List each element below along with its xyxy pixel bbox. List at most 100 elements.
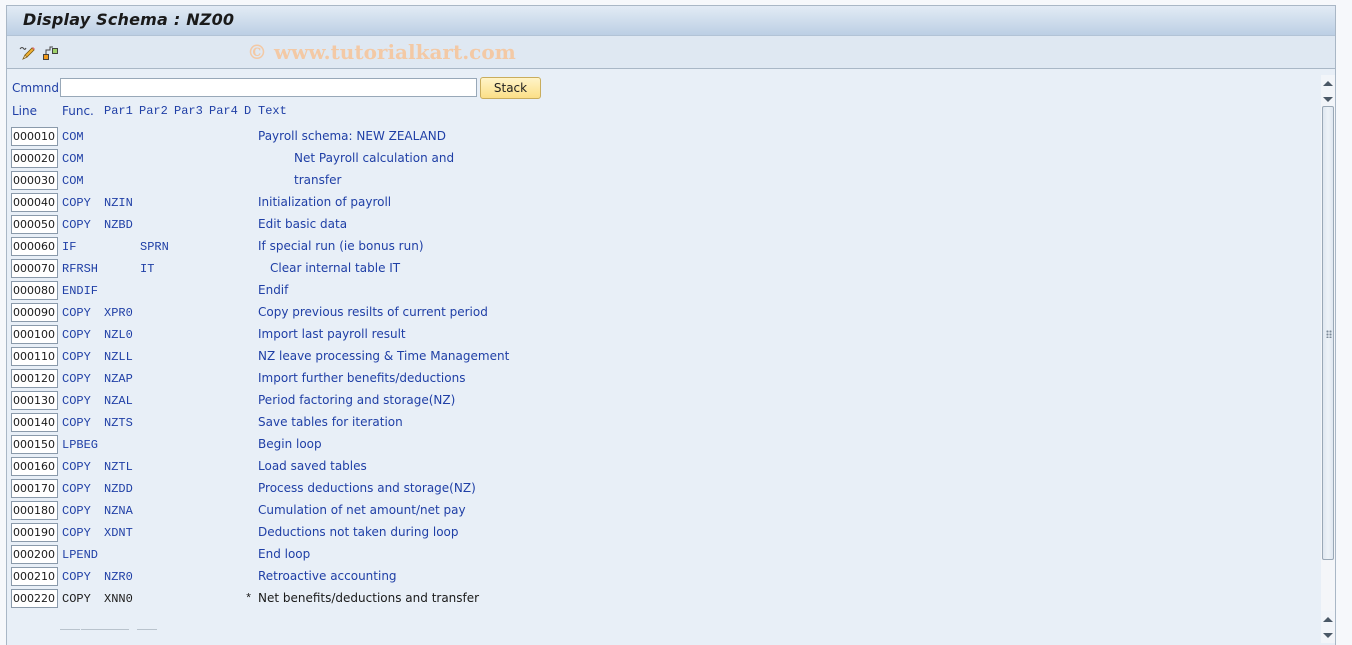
par1-cell: NZBD [104,218,133,232]
schema-row[interactable]: 000210 COPY NZR0 Retroactive accounting [7,566,1307,588]
arrow-down-icon [1323,632,1333,638]
schema-row[interactable]: 000220 COPY XNN0 * Net benefits/deductions a… [7,588,1307,610]
schema-row[interactable]: 000170 COPY NZDD Process deductions and sto… [7,478,1307,500]
scrollbar-thumb[interactable] [1322,106,1334,560]
schema-row[interactable]: 000160 COPY NZTL Load saved tables [7,456,1307,478]
function-cell: COPY [62,350,91,364]
schema-row[interactable]: 000050 COPY NZBD Edit basic data [7,214,1307,236]
line-number-field[interactable]: 000010 [11,127,58,146]
function-cell: COPY [62,306,91,320]
text-cell: Net Payroll calculation and [294,151,455,165]
vertical-scrollbar[interactable] [1321,69,1335,645]
function-cell: COPY [62,592,91,606]
line-number-field[interactable]: 000020 [11,149,58,168]
par1-cell: NZAP [104,372,133,386]
text-cell: Deductions not taken during loop [258,525,459,539]
stack-button[interactable]: Stack [480,77,541,99]
scroll-down-button[interactable] [1321,627,1335,643]
text-cell: Load saved tables [258,459,367,473]
schema-row[interactable]: 000150 LPBEG Begin loop [7,434,1307,456]
par1-cell: NZL0 [104,328,133,342]
watermark-text: © www.tutorialkart.com [247,40,516,64]
line-number-field[interactable]: 000180 [11,501,58,520]
schema-row[interactable]: 000040 COPY NZIN Initialization of payroll [7,192,1307,214]
schema-row[interactable]: 000110 COPY NZLL NZ leave processing & Time… [7,346,1307,368]
line-number-field[interactable]: 000170 [11,479,58,498]
par1-cell: XDNT [104,526,133,540]
schema-row[interactable]: 000060 IF SPRN If special run (ie bonus run… [7,236,1307,258]
application-toolbar: © www.tutorialkart.com [7,36,1335,69]
schema-row[interactable]: 000090 COPY XPR0 Copy previous resilts of c… [7,302,1307,324]
line-number-field[interactable]: 000100 [11,325,58,344]
text-cell: Process deductions and storage(NZ) [258,481,476,495]
hierarchy-structure-icon[interactable] [42,44,60,62]
scroll-up-button[interactable] [1321,75,1335,91]
line-number-field[interactable]: 000120 [11,369,58,388]
line-number-field[interactable]: 000190 [11,523,58,542]
schema-row[interactable]: 000030 COM transfer [7,170,1307,192]
schema-row[interactable]: 000130 COPY NZAL Period factoring and stora… [7,390,1307,412]
function-cell: COM [62,152,84,166]
par1-cell: XPR0 [104,306,133,320]
text-cell: Import last payroll result [258,327,406,341]
edit-pencil-icon[interactable] [18,44,36,62]
line-number-field[interactable]: 000050 [11,215,58,234]
schema-editor: Cmmnd Stack Line Func. Par1 Par2 Par3 Pa… [7,69,1317,645]
line-number-field[interactable]: 000140 [11,413,58,432]
arrow-down-icon [1323,96,1333,102]
schema-row[interactable]: 000190 COPY XDNT Deductions not taken durin… [7,522,1307,544]
function-cell: COPY [62,482,91,496]
function-cell: COPY [62,196,91,210]
line-number-field[interactable]: 000150 [11,435,58,454]
schema-row[interactable]: 000180 COPY NZNA Cumulation of net amount/n… [7,500,1307,522]
line-number-field[interactable]: 000210 [11,567,58,586]
par1-cell: NZIN [104,196,133,210]
column-header-par3: Par3 [174,104,203,118]
schema-row[interactable]: 000080 ENDIF Endif [7,280,1307,302]
text-cell: Period factoring and storage(NZ) [258,393,456,407]
footer-divider [137,629,157,630]
text-cell: Copy previous resilts of current period [258,305,488,319]
text-cell: Initialization of payroll [258,195,392,209]
par1-cell: XNN0 [104,592,133,606]
line-number-field[interactable]: 000110 [11,347,58,366]
line-number-field[interactable]: 000040 [11,193,58,212]
schema-row[interactable]: 000100 COPY NZL0 Import last payroll result [7,324,1307,346]
line-number-field[interactable]: 000090 [11,303,58,322]
par1-cell: NZLL [104,350,133,364]
par1-cell: NZTL [104,460,133,474]
text-cell: NZ leave processing & Time Management [258,349,510,363]
line-number-field[interactable]: 000030 [11,171,58,190]
function-cell: COPY [62,372,91,386]
schema-row[interactable]: 000120 COPY NZAP Import further benefits/de… [7,368,1307,390]
function-cell: ENDIF [62,284,99,298]
schema-row[interactable]: 000200 LPEND End loop [7,544,1307,566]
function-cell: COPY [62,416,91,430]
schema-row[interactable]: 000140 COPY NZTS Save tables for iteration [7,412,1307,434]
line-number-field[interactable]: 000080 [11,281,58,300]
line-number-field[interactable]: 000060 [11,237,58,256]
line-number-field[interactable]: 000160 [11,457,58,476]
par1-cell: NZR0 [104,570,133,584]
line-number-field[interactable]: 000070 [11,259,58,278]
line-number-field[interactable]: 000200 [11,545,58,564]
schema-row[interactable]: 000010 COM Payroll schema: NEW ZEALAND [7,126,1307,148]
column-header-par1: Par1 [104,104,133,118]
schema-row[interactable]: 000020 COM Net Payroll calculation and [7,148,1307,170]
column-header-d: D [244,104,252,118]
line-number-field[interactable]: 000220 [11,589,58,608]
schema-row[interactable]: 000070 RFRSH IT Clear internal table IT [7,258,1307,280]
scrollbar-track[interactable] [1321,106,1335,613]
par1-cell: NZDD [104,482,133,496]
function-cell: COPY [62,504,91,518]
function-cell: RFRSH [62,262,99,276]
text-cell: If special run (ie bonus run) [258,239,424,253]
command-label: Cmmnd [12,81,59,95]
line-number-field[interactable]: 000130 [11,391,58,410]
command-input[interactable] [60,78,477,97]
scroll-page-down-button[interactable] [1321,91,1335,107]
text-cell: Payroll schema: NEW ZEALAND [258,129,447,143]
column-header-text: Text [258,104,287,118]
function-cell: COM [62,174,84,188]
scroll-page-up-button[interactable] [1321,611,1335,627]
